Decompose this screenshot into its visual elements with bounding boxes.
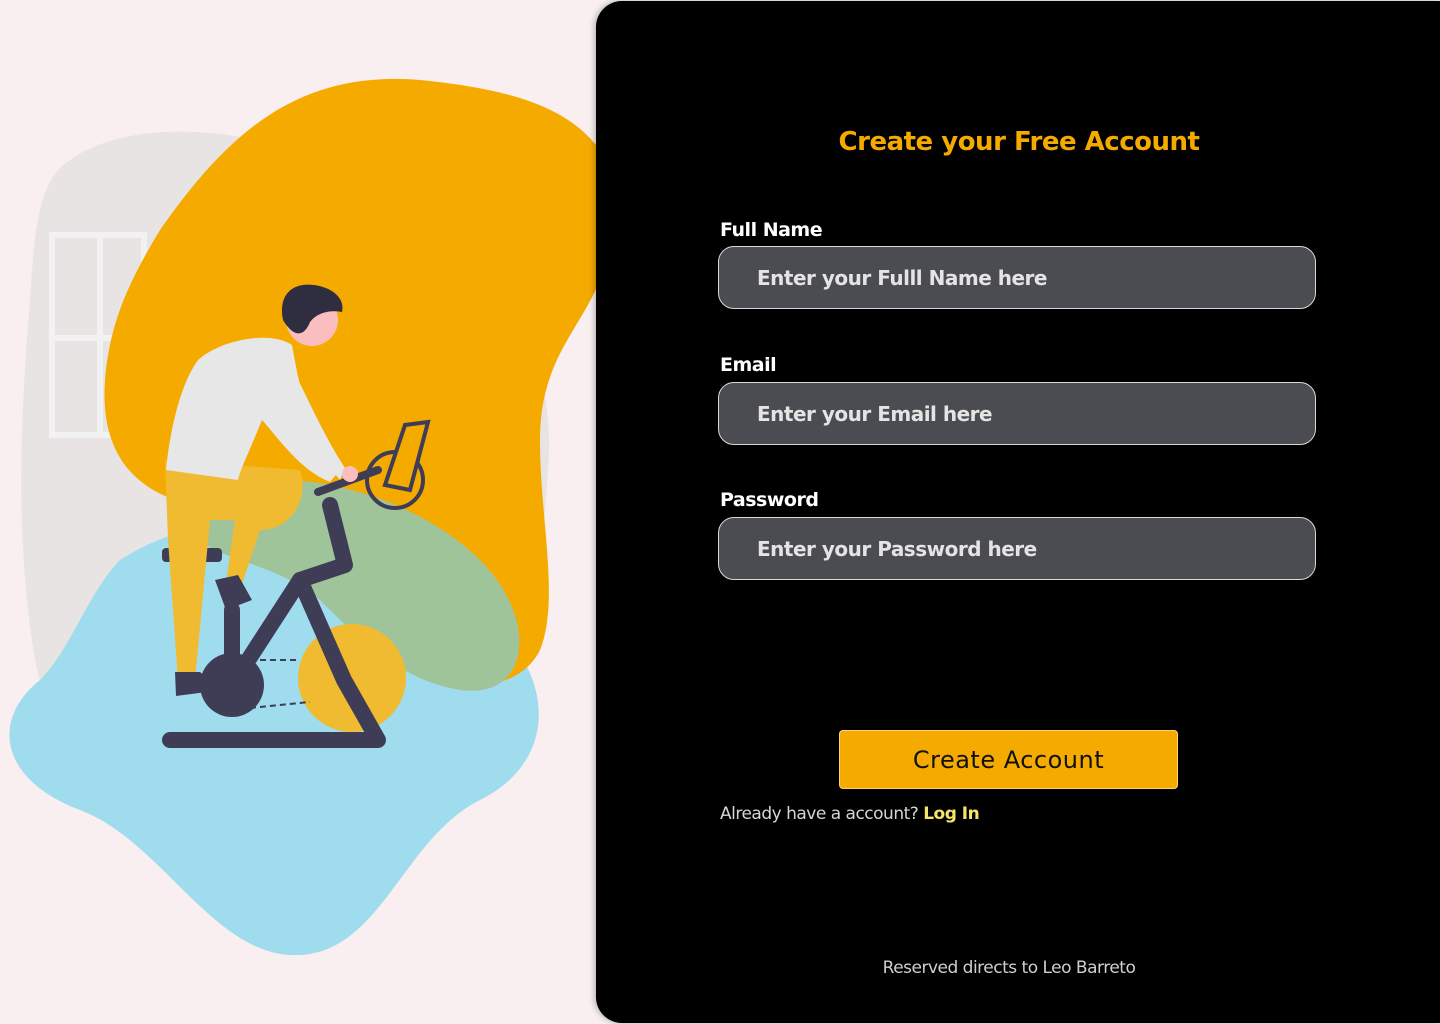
email-label: Email	[720, 354, 777, 376]
login-link[interactable]: Log In	[923, 804, 980, 824]
person-hand	[342, 466, 358, 482]
full-name-label: Full Name	[720, 219, 823, 241]
password-input[interactable]	[718, 517, 1316, 580]
login-prompt-row: Already have a account? Log In	[720, 804, 980, 824]
create-account-button[interactable]: Create Account	[839, 730, 1178, 789]
email-input[interactable]	[718, 382, 1316, 445]
signup-page: Create your Free Account Full Name Email…	[0, 0, 1440, 1024]
password-label: Password	[720, 489, 819, 511]
footer-text: Reserved directs to Leo Barreto	[882, 958, 1136, 978]
signup-panel: Create your Free Account Full Name Email…	[596, 1, 1440, 1023]
full-name-input[interactable]	[718, 246, 1316, 309]
form-title: Create your Free Account	[838, 127, 1200, 157]
login-prompt-text: Already have a account?	[720, 804, 919, 824]
exercise-bike-illustration	[9, 78, 600, 956]
